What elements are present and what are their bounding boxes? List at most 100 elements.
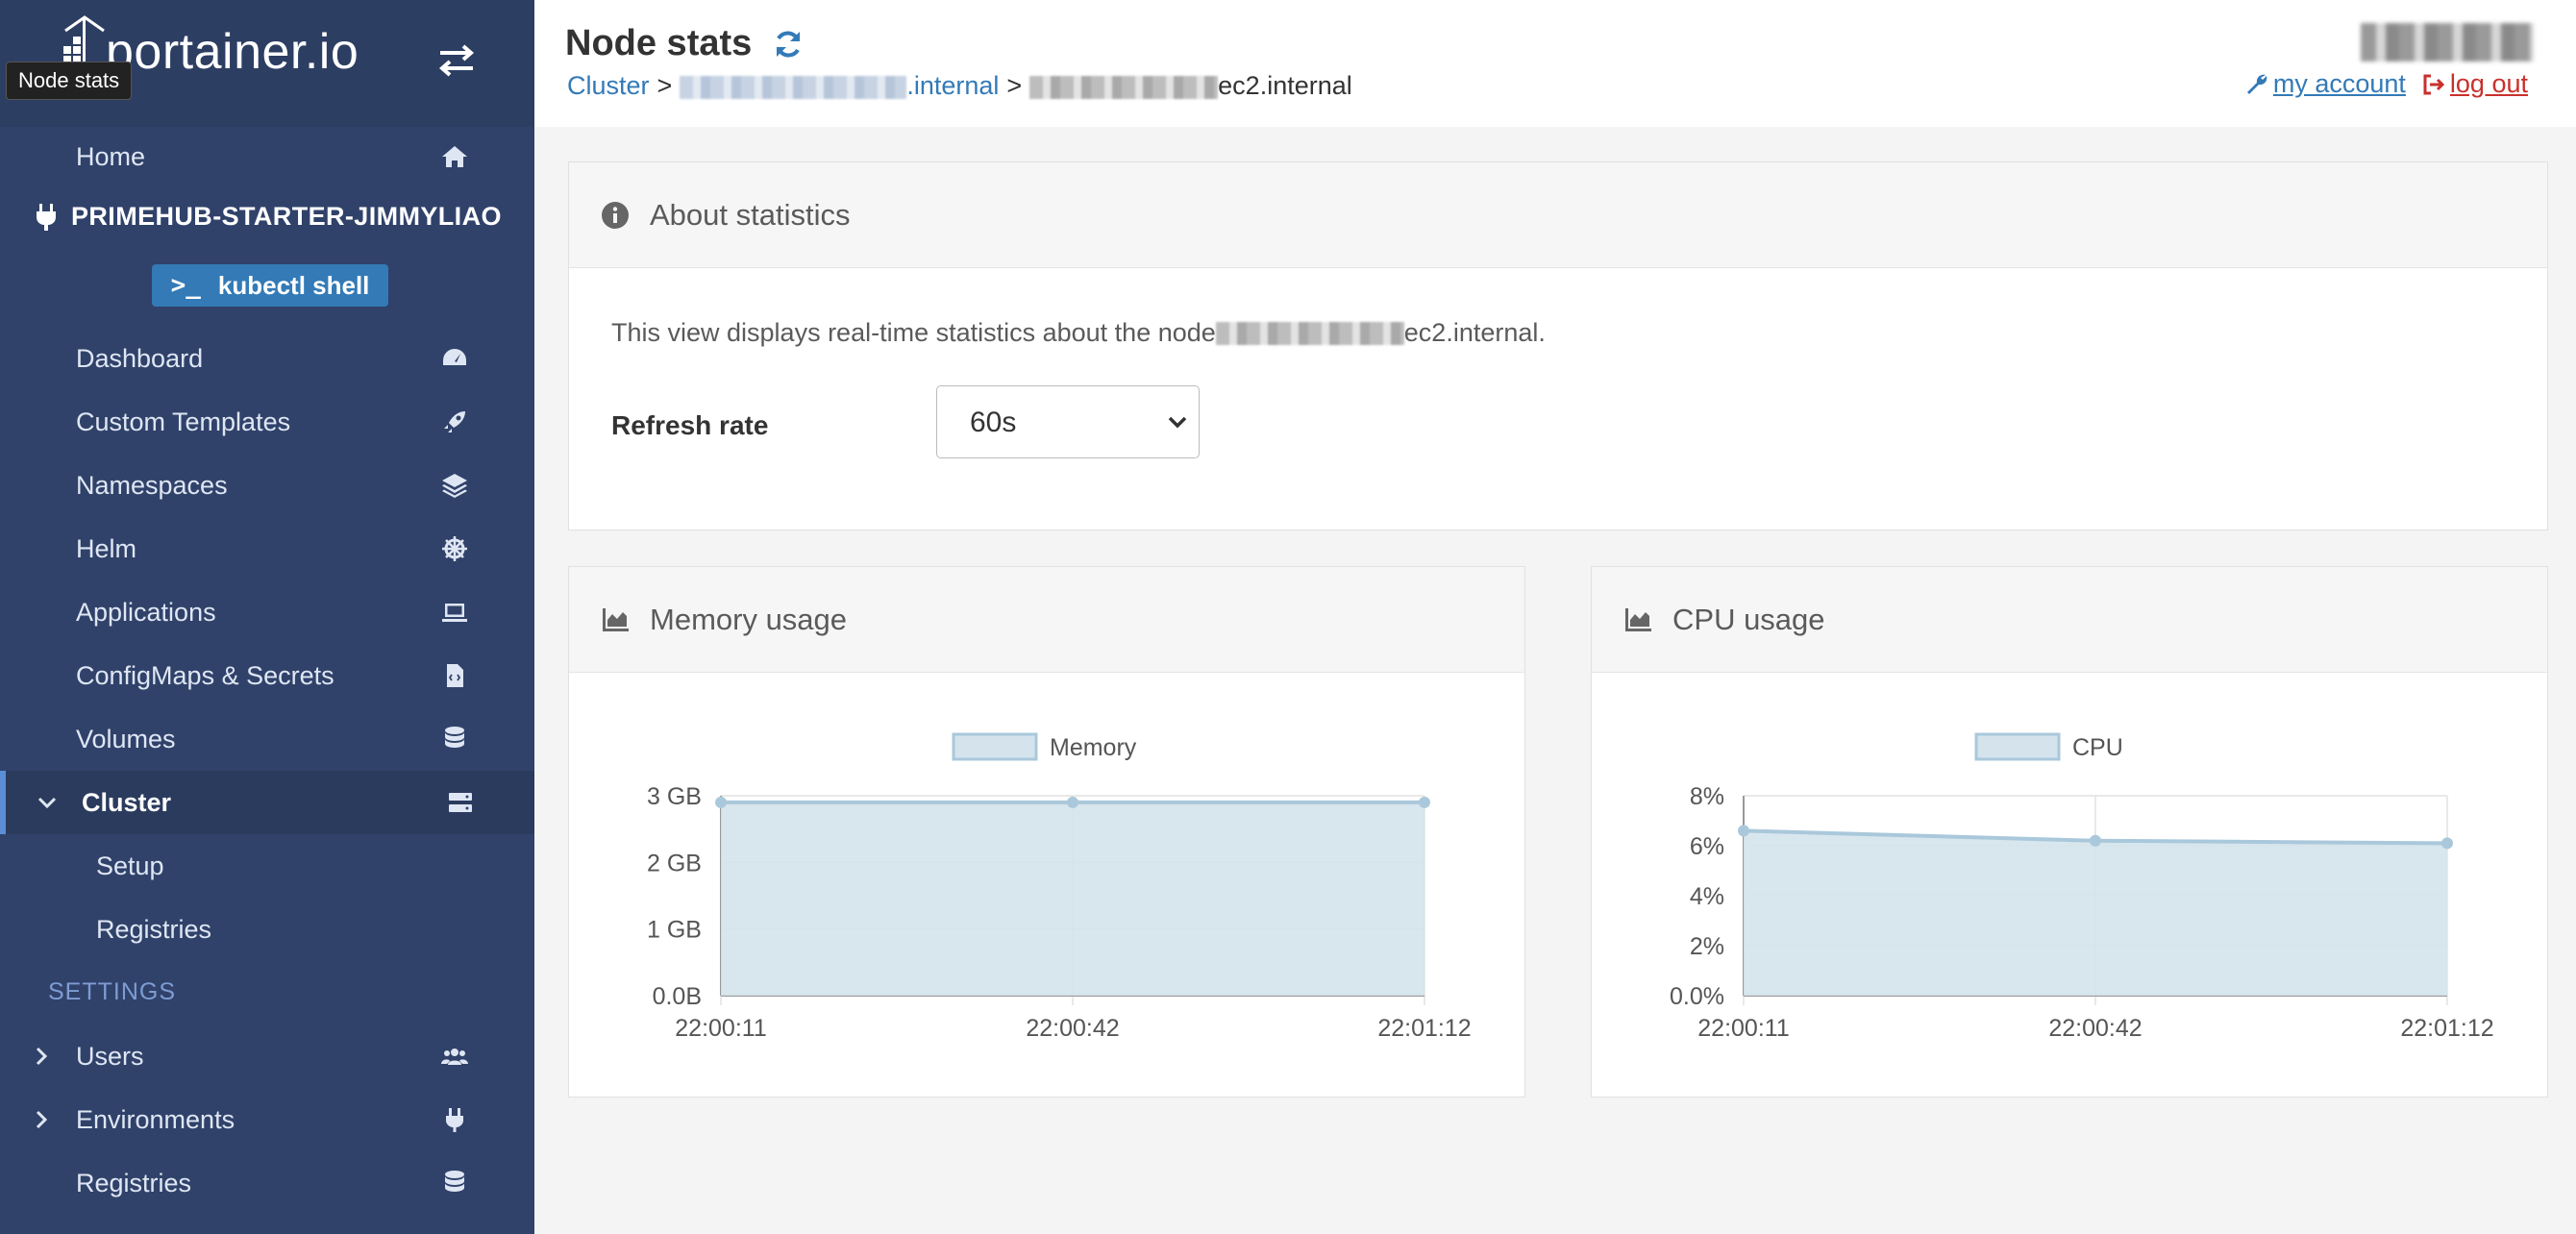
file-code-icon: [438, 659, 471, 692]
sidebar-item-users[interactable]: Users: [0, 1024, 534, 1088]
data-point: [2441, 837, 2453, 850]
sidebar-item-label: Registries: [96, 914, 212, 944]
y-tick-label: 3 GB: [647, 783, 702, 810]
breadcrumb-separator: >: [656, 71, 673, 100]
portainer-logo-icon: [63, 15, 105, 65]
sidebar-toggle-icon[interactable]: [434, 38, 479, 83]
breadcrumb: Cluster > .internal > ec2.internal: [567, 71, 1352, 101]
about-description: This view displays real-time statistics …: [611, 318, 1546, 348]
users-icon: [438, 1040, 471, 1073]
y-tick-label: 0.0B: [653, 983, 702, 1010]
database-icon: [438, 723, 471, 755]
y-tick-label: 0.0%: [1670, 983, 1724, 1010]
kubectl-shell-label: kubectl shell: [217, 270, 370, 300]
memory-chart: Memory 0.0B 1 GB 2 GB 3 GB 22:00:11 22:00:42 22…: [647, 732, 1472, 1042]
laptop-code-icon: [438, 596, 471, 629]
log-out-link[interactable]: log out: [2421, 69, 2528, 99]
x-tick-label: 22:00:42: [1026, 1015, 1119, 1042]
page-title-text: Node stats: [565, 23, 753, 63]
sidebar-item-label: ConfigMaps & Secrets: [76, 660, 334, 690]
data-point: [1067, 796, 1078, 808]
refresh-icon[interactable]: [771, 27, 805, 62]
database-icon: [438, 1167, 471, 1199]
y-tick-label: 6%: [1690, 833, 1724, 860]
sidebar-item-cluster[interactable]: Cluster: [0, 771, 534, 834]
chevron-right-icon: [31, 1109, 52, 1130]
breadcrumb-current-suffix: ec2.internal: [1218, 71, 1352, 100]
sidebar-item-label: Users: [76, 1041, 144, 1071]
breadcrumb-node-suffix: .internal: [906, 71, 1000, 100]
sidebar-item-registries[interactable]: Registries: [0, 1151, 534, 1215]
helm-wheel-icon: [438, 532, 471, 565]
about-statistics-panel: About statistics This view displays real…: [568, 161, 2548, 531]
tooltip: Node stats: [6, 62, 133, 100]
legend-label: Memory: [1050, 734, 1137, 761]
sidebar-item-volumes[interactable]: Volumes: [0, 707, 534, 771]
breadcrumb-cluster-link[interactable]: Cluster: [567, 71, 650, 101]
x-tick-label: 22:01:12: [1377, 1015, 1471, 1042]
sidebar-item-cluster-registries[interactable]: Registries: [0, 898, 534, 961]
sidebar-item-label: Environments: [76, 1104, 235, 1134]
sidebar-item-label: Volumes: [76, 724, 176, 753]
page-title: Node stats: [565, 23, 805, 64]
redacted-hostname: [1215, 321, 1404, 345]
cpu-chart: CPU 0.0% 2% 4% 6% 8% 22:00:11 22:00:42 22:01:12: [1670, 732, 2494, 1042]
sidebar-item-label: Cluster: [82, 787, 172, 817]
sidebar-item-label: Custom Templates: [76, 407, 291, 436]
sidebar-item-label: Setup: [96, 851, 164, 880]
chevron-right-icon: [31, 1046, 52, 1067]
home-icon: [438, 140, 471, 173]
my-account-label: my account: [2272, 69, 2406, 98]
server-icon: [444, 786, 477, 819]
panel-header: CPU usage: [1592, 567, 2547, 673]
sidebar-item-environments[interactable]: Environments: [0, 1088, 534, 1151]
data-point: [1738, 825, 1749, 837]
y-tick-label: 8%: [1690, 783, 1724, 810]
sidebar-item-applications[interactable]: Applications: [0, 580, 534, 644]
data-point: [715, 796, 727, 808]
sidebar-item-label: Applications: [76, 597, 216, 627]
about-text-prefix: This view displays real-time statistics …: [611, 318, 1216, 347]
chevron-down-icon: [37, 792, 58, 813]
wrench-icon: [2246, 74, 2267, 94]
x-tick-label: 22:01:12: [2400, 1015, 2493, 1042]
panel-header: About statistics: [569, 162, 2547, 268]
sign-out-icon: [2423, 74, 2445, 94]
sidebar-item-label: Dashboard: [76, 343, 204, 373]
environment-name: PRIMEHUB-STARTER-JIMMYLIAO: [35, 202, 502, 232]
panel-title: CPU usage: [1672, 602, 1825, 636]
cpu-usage-panel: CPU usage CPU 0.0% 2% 4% 6% 8% 22:00:11 22:00:4…: [1591, 566, 2548, 1098]
breadcrumb-node-link[interactable]: .internal: [680, 71, 999, 101]
sidebar-item-label: Home: [76, 141, 146, 171]
sidebar-item-home[interactable]: Home: [0, 125, 534, 188]
layers-icon: [438, 469, 471, 502]
portainer-logo-text[interactable]: portainer.io: [106, 23, 359, 81]
sidebar-item-label: Registries: [76, 1168, 192, 1197]
legend-label: CPU: [2072, 734, 2123, 761]
panel-header: Memory usage: [569, 567, 1524, 673]
terminal-icon: >_: [170, 271, 201, 300]
data-point: [1419, 796, 1430, 808]
breadcrumb-current: ec2.internal: [1029, 71, 1352, 101]
y-tick-label: 2 GB: [647, 850, 702, 876]
sidebar-item-setup[interactable]: Setup: [0, 834, 534, 898]
sidebar-item-custom-templates[interactable]: Custom Templates: [0, 390, 534, 454]
panel-title: Memory usage: [650, 602, 848, 636]
x-tick-label: 22:00:11: [1697, 1015, 1789, 1042]
about-text-suffix: ec2.internal.: [1403, 318, 1546, 347]
x-tick-label: 22:00:42: [2048, 1015, 2142, 1042]
kubectl-shell-button[interactable]: >_ kubectl shell: [152, 264, 388, 307]
sidebar-item-configmaps-secrets[interactable]: ConfigMaps & Secrets: [0, 644, 534, 707]
sidebar-item-helm[interactable]: Helm: [0, 517, 534, 580]
refresh-rate-select[interactable]: 60s: [936, 385, 1200, 458]
plug-icon: [438, 1103, 471, 1136]
sidebar-item-dashboard[interactable]: Dashboard: [0, 327, 534, 390]
series-area: [721, 802, 1424, 996]
y-tick-label: 1 GB: [647, 917, 702, 944]
area-chart-icon: [603, 607, 629, 631]
redacted-username: [2361, 23, 2534, 62]
sidebar-item-namespaces[interactable]: Namespaces: [0, 454, 534, 517]
series-area: [1744, 830, 2447, 996]
my-account-link[interactable]: my account: [2244, 69, 2406, 99]
legend-swatch: [952, 732, 1038, 761]
